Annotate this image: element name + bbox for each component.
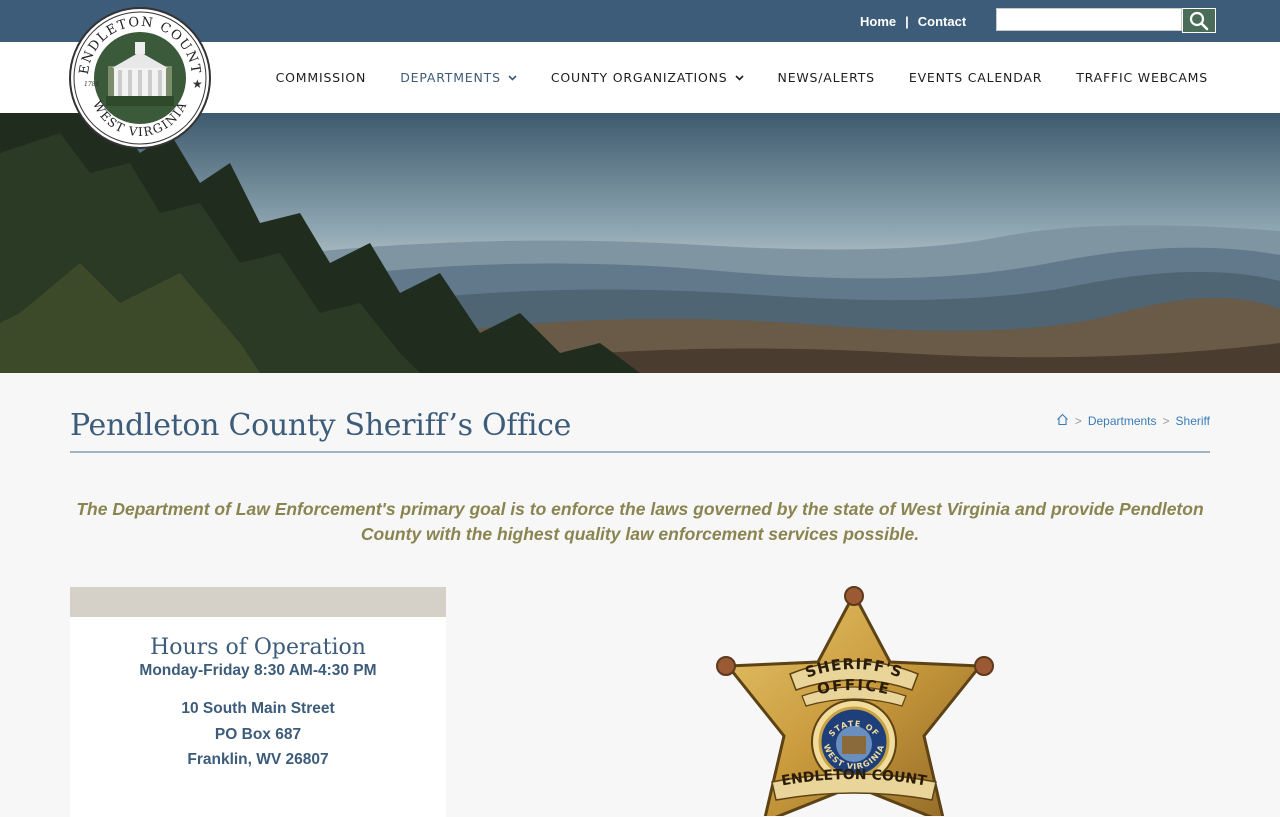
- seal-star-icon: ★: [192, 77, 203, 91]
- chevron-down-icon: [734, 74, 744, 81]
- search-button[interactable]: [1182, 8, 1216, 33]
- nav-label: NEWS/ALERTS: [777, 70, 875, 85]
- nav-label: COMMISSION: [275, 70, 367, 85]
- utility-links: Home | Contact: [860, 14, 966, 29]
- nav-county-organizations[interactable]: COUNTY ORGANIZATIONS: [551, 70, 744, 85]
- nav-commission[interactable]: COMMISSION: [276, 70, 367, 85]
- home-breadcrumb-icon[interactable]: [1056, 413, 1069, 429]
- search-form: [996, 8, 1216, 33]
- hero-mountain-image: [0, 113, 1280, 373]
- nav-departments[interactable]: DEPARTMENTS: [400, 70, 517, 85]
- nav-label: DEPARTMENTS: [400, 70, 501, 85]
- breadcrumb-separator: >: [1074, 414, 1082, 428]
- breadcrumb-sheriff[interactable]: Sheriff: [1176, 414, 1210, 428]
- seal-year: 1788: [84, 81, 99, 88]
- card-header-band: [70, 587, 446, 617]
- sheriff-badge-image: SHERIFF'S OFFICE STATE OF WEST VIRGINIA …: [712, 586, 994, 816]
- contact-link[interactable]: Contact: [918, 14, 966, 29]
- address-street: 10 South Main Street: [181, 700, 335, 717]
- search-input[interactable]: [996, 8, 1182, 31]
- chevron-down-icon: [508, 74, 517, 81]
- nav-news-alerts[interactable]: NEWS/ALERTS: [778, 70, 875, 85]
- nav-label: COUNTY ORGANIZATIONS: [550, 70, 728, 85]
- breadcrumb-separator: >: [1162, 414, 1170, 428]
- nav-label: EVENTS CALENDAR: [908, 70, 1043, 85]
- nav-traffic-webcams[interactable]: TRAFFIC WEBCAMS: [1076, 70, 1208, 85]
- address-block: 10 South Main Street PO Box 687 Franklin…: [70, 696, 446, 773]
- breadcrumb: > Departments > Sheriff: [1056, 413, 1210, 429]
- hours-card: Hours of Operation Monday-Friday 8:30 AM…: [70, 587, 446, 817]
- main-nav: COMMISSION DEPARTMENTS COUNTY ORGANIZATI…: [242, 42, 1208, 113]
- county-seal-logo[interactable]: PENDLETON COUNTY WEST VIRGINIA 1788 ★: [68, 6, 212, 150]
- address-po-box: PO Box 687: [214, 725, 302, 743]
- address-city: Franklin, WV 26807: [187, 751, 329, 768]
- nav-events-calendar[interactable]: EVENTS CALENDAR: [909, 70, 1042, 85]
- hours-heading: Hours of Operation: [150, 635, 366, 660]
- mission-statement: The Department of Law Enforcement's prim…: [76, 499, 1204, 544]
- home-link[interactable]: Home: [860, 14, 896, 29]
- breadcrumb-departments[interactable]: Departments: [1088, 414, 1157, 428]
- search-icon: [1189, 11, 1209, 30]
- page-title: Pendleton County Sheriff’s Office: [70, 408, 572, 443]
- nav-label: TRAFFIC WEBCAMS: [1076, 70, 1208, 85]
- hours-text: Monday-Friday 8:30 AM-4:30 PM: [139, 662, 377, 679]
- title-divider: [70, 451, 1210, 453]
- utility-separator: |: [905, 14, 909, 29]
